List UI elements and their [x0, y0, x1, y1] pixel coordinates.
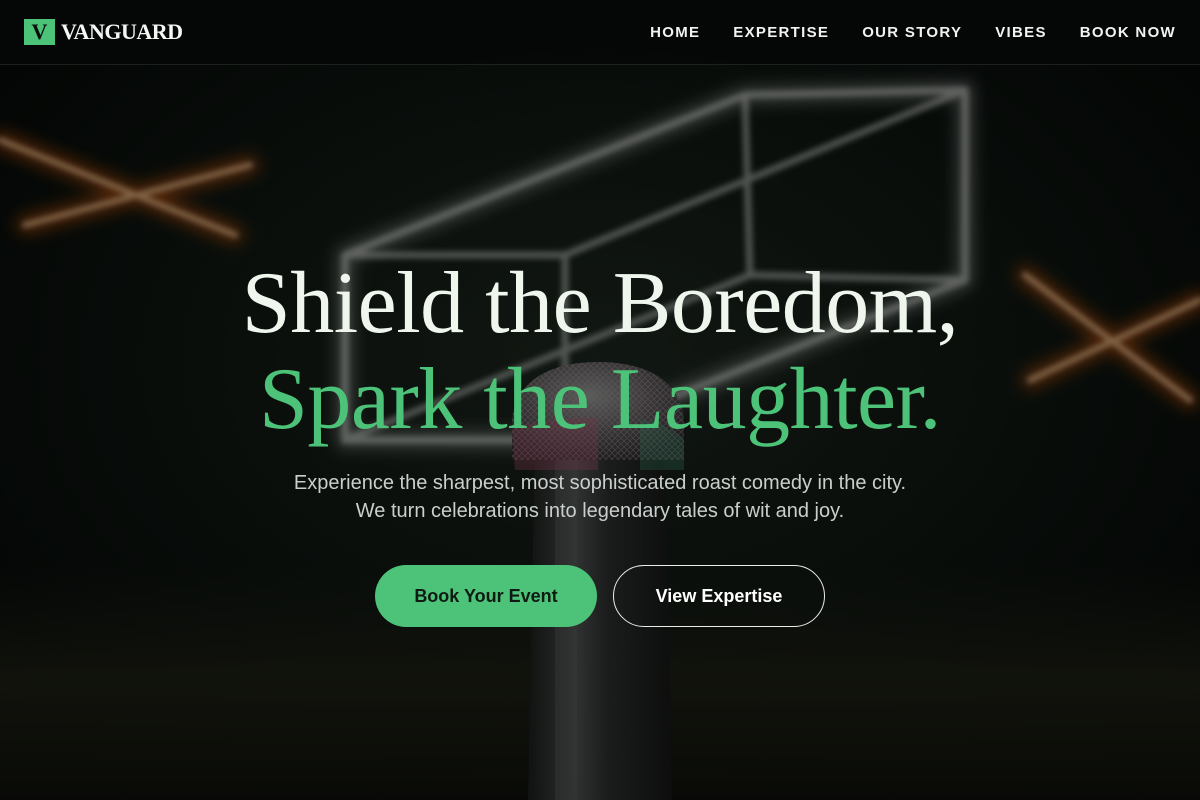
nav-item-our-story[interactable]: OUR STORY: [862, 24, 962, 41]
main-nav: HOME EXPERTISE OUR STORY VIBES BOOK NOW: [650, 24, 1176, 41]
hero-section: Shield the Boredom, Spark the Laughter. …: [0, 65, 1200, 800]
nav-item-expertise[interactable]: EXPERTISE: [733, 24, 829, 41]
brand-name: VANGUARD: [61, 19, 183, 44]
brand-mark: V: [24, 19, 55, 45]
site-header: V VANGUARD HOME EXPERTISE OUR STORY VIBE…: [0, 0, 1200, 65]
nav-item-vibes[interactable]: VIBES: [995, 24, 1047, 41]
book-event-button[interactable]: Book Your Event: [375, 565, 597, 627]
view-expertise-button[interactable]: View Expertise: [613, 565, 825, 627]
nav-item-home[interactable]: HOME: [650, 24, 700, 41]
nav-item-book-now[interactable]: BOOK NOW: [1080, 24, 1176, 41]
brand-logo[interactable]: V VANGUARD: [24, 19, 183, 45]
hero-subtitle-line2: We turn celebrations into legendary tale…: [355, 500, 845, 522]
hero-headline-line2: Spark the Laughter.: [258, 351, 942, 448]
hero-subtitle-line1: Experience the sharpest, most sophistica…: [293, 472, 907, 494]
hero-headline-line1: Shield the Boredom,: [241, 255, 959, 352]
